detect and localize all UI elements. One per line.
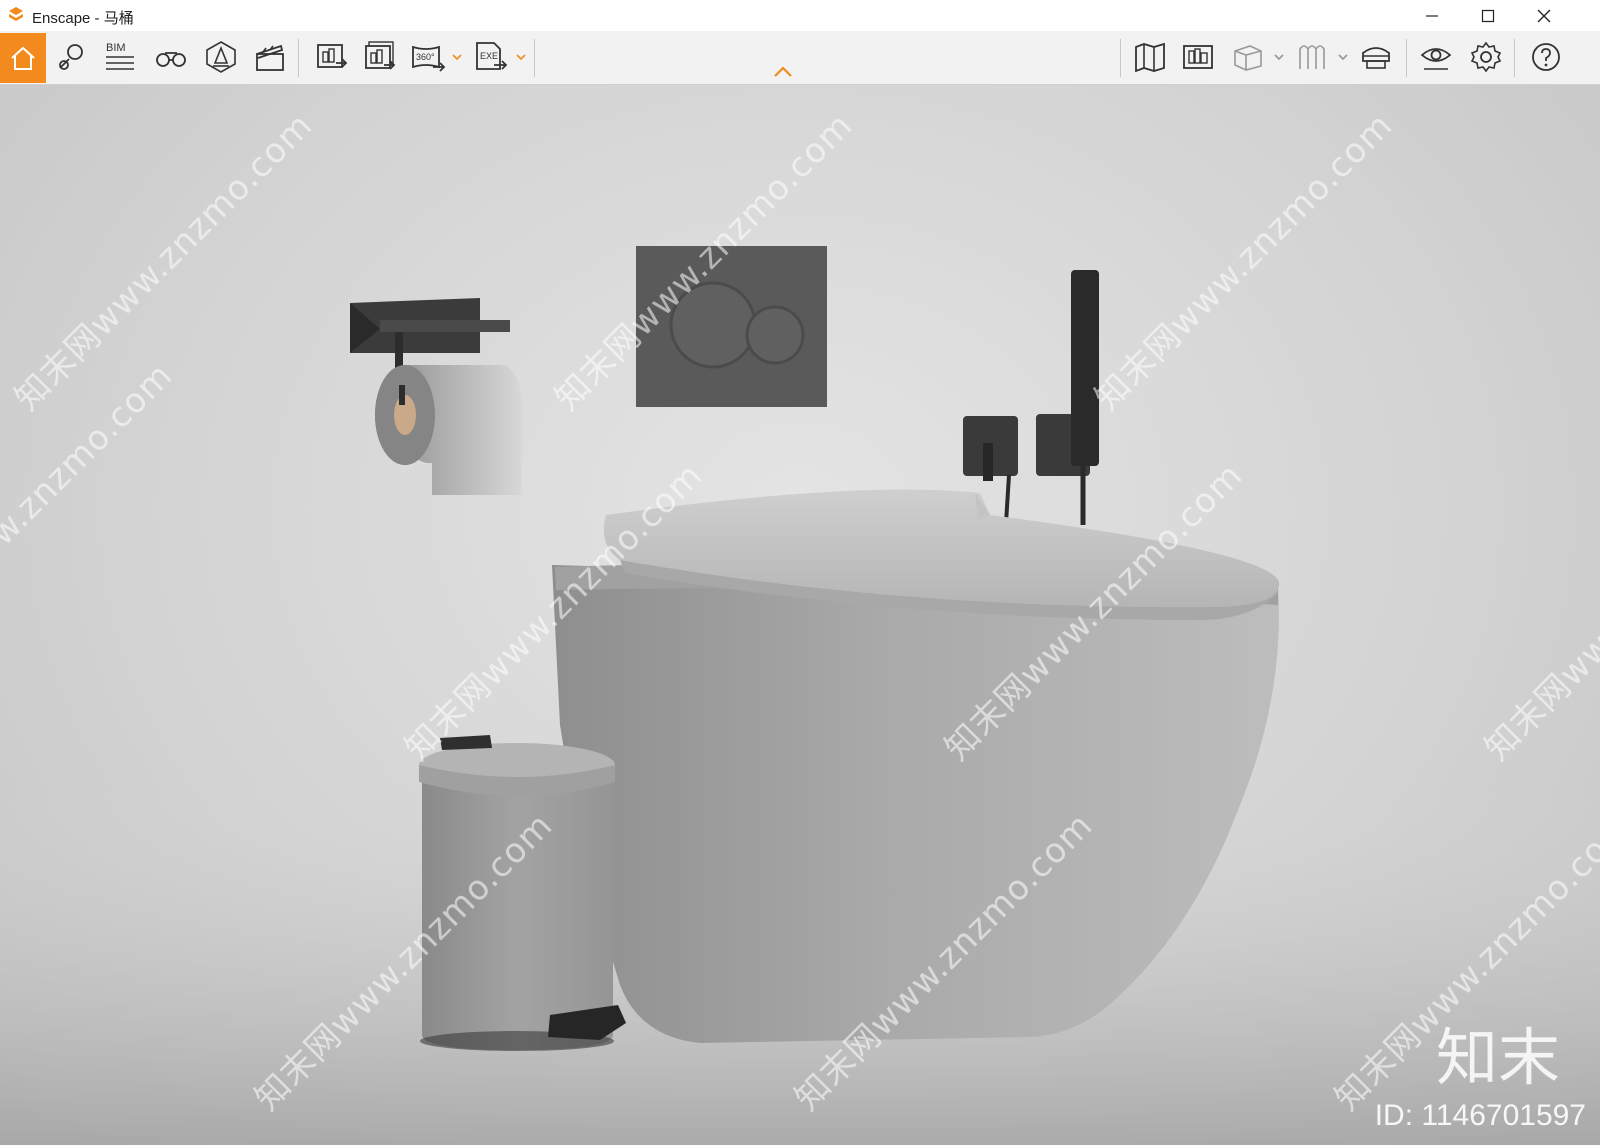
headset-button[interactable] — [1354, 35, 1398, 79]
asset-library-icon — [1183, 45, 1213, 69]
headset-icon — [1362, 47, 1390, 69]
svg-text:EXE: EXE — [480, 51, 498, 61]
watermark-brand: 知末 — [1435, 1021, 1560, 1094]
clapperboard-icon — [256, 44, 284, 71]
close-button[interactable] — [1516, 0, 1572, 31]
views-button[interactable] — [149, 35, 193, 79]
enscape-logo-icon — [9, 7, 23, 21]
export-image-button[interactable] — [310, 35, 354, 79]
svg-text:BIM: BIM — [106, 42, 126, 54]
toolbar-separator — [298, 39, 299, 77]
vr-headset-icon — [1299, 45, 1325, 69]
chevron-down-icon[interactable] — [451, 51, 463, 63]
maximize-button[interactable] — [1460, 0, 1516, 31]
location-button[interactable] — [50, 35, 94, 79]
map-pin-icon — [59, 44, 83, 70]
help-button[interactable] — [1524, 35, 1568, 79]
window-title: Enscape - 马桶 — [32, 10, 134, 27]
chevron-down-icon[interactable] — [1273, 51, 1285, 63]
maximize-icon — [1481, 9, 1495, 22]
chevron-down-icon[interactable] — [1337, 51, 1349, 63]
minimize-icon — [1426, 14, 1438, 17]
toolbar-separator — [1120, 39, 1121, 77]
light-view-icon — [206, 41, 236, 73]
export-exe-icon: EXE — [476, 42, 508, 70]
toolbar-separator — [534, 39, 535, 77]
watermark-id: ID: 1146701597 — [1374, 1099, 1586, 1132]
binoculars-icon — [156, 52, 186, 67]
title-bar: Enscape - 马桶 — [0, 0, 1600, 31]
video-editor-button[interactable] — [248, 35, 292, 79]
close-icon — [1537, 9, 1551, 22]
chevron-up-icon[interactable] — [772, 65, 794, 79]
export-exe-button[interactable]: EXE — [468, 35, 512, 79]
hand-shower — [963, 270, 1099, 525]
cube-icon — [1234, 45, 1262, 71]
export-image-icon — [317, 44, 348, 68]
toolbar-separator — [1406, 39, 1407, 77]
visual-settings-button[interactable] — [1414, 35, 1458, 79]
toolbar-separator — [1514, 39, 1515, 77]
settings-button[interactable] — [1464, 35, 1508, 79]
gear-icon — [1470, 41, 1502, 73]
export-panorama-icon: 360° — [412, 45, 446, 72]
map-button[interactable] — [1128, 35, 1172, 79]
render-viewport[interactable]: 知末网www.znzmo.com 知末网www.znzmo.com 知末网www… — [0, 85, 1600, 1145]
chevron-down-icon[interactable] — [515, 51, 527, 63]
export-panorama-button[interactable]: 360° — [406, 35, 450, 79]
map-icon — [1135, 42, 1165, 73]
minimize-button[interactable] — [1404, 0, 1460, 31]
home-button[interactable] — [0, 33, 46, 83]
asset-library-button[interactable] — [1176, 35, 1220, 79]
eye-icon — [1420, 48, 1452, 70]
main-toolbar: BIM 360° EXE — [0, 31, 1600, 85]
cube-button[interactable] — [1226, 35, 1270, 79]
vr-button[interactable] — [1290, 35, 1334, 79]
bim-button[interactable]: BIM — [98, 35, 142, 79]
bim-icon: BIM — [106, 42, 134, 70]
help-icon — [1532, 43, 1560, 71]
light-view-button[interactable] — [199, 35, 243, 79]
scene-render — [0, 246, 1600, 1145]
batch-export-button[interactable] — [358, 35, 402, 79]
home-icon — [11, 46, 35, 70]
svg-text:360°: 360° — [416, 52, 435, 62]
toilet-paper-holder — [350, 298, 523, 495]
batch-export-icon — [365, 41, 396, 70]
